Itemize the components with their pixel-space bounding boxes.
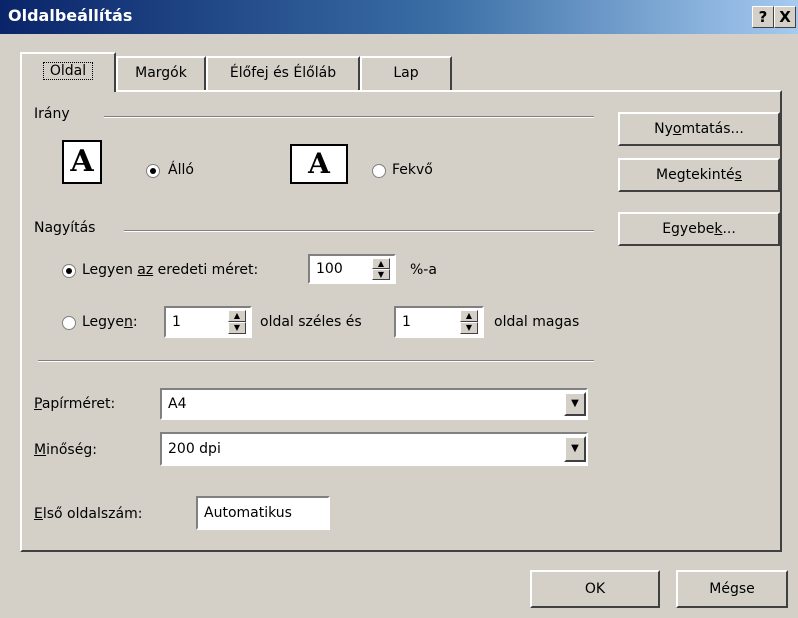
print-preview-button[interactable]: Megtekintés [618,158,780,192]
adjust-to-label: Legyen az eredeti méret: [82,262,259,278]
title-bar: Oldalbeállítás ? X [0,0,798,34]
paper-size-label: Papírméret: [34,396,116,412]
options-button[interactable]: Egyebek... [618,212,780,246]
pages-tall-label: oldal magas [494,314,580,330]
pages-wide-up-arrow-icon[interactable]: ▲ [228,310,246,322]
tab-margok-label: Margók [135,65,187,81]
pages-tall-down-arrow-icon[interactable]: ▼ [460,322,478,334]
print-button[interactable]: Nyomtatás... [618,112,780,146]
scaling-divider [124,230,594,232]
tab-elofej-elolab[interactable]: Élőfej és Élőláb [206,56,360,90]
pages-wide-label: oldal széles és [260,314,362,330]
print-quality-label: Minőség: [34,442,97,458]
tab-margok[interactable]: Margók [116,56,206,90]
scale-up-arrow-icon[interactable]: ▲ [372,258,390,269]
adjust-to-radio[interactable] [62,264,76,278]
cancel-button[interactable]: Mégse [676,570,788,608]
paper-size-dropdown-icon[interactable]: ▼ [564,392,586,416]
portrait-radio[interactable] [146,164,160,178]
portrait-label: Álló [168,162,194,178]
tab-elofej-label: Élőfej és Élőláb [229,65,337,81]
tab-lap[interactable]: Lap [360,56,452,90]
tab-oldal[interactable]: Oldal [20,52,116,92]
help-button[interactable]: ? [752,6,774,28]
window-title: Oldalbeállítás [8,6,133,25]
section-divider [38,360,594,362]
paper-size-select[interactable]: A4 [160,388,588,420]
tab-lap-label: Lap [393,65,419,81]
fit-to-label: Legyen: [82,314,138,330]
scale-percent-suffix: %-a [410,262,437,278]
first-page-number-input[interactable]: Automatikus [196,496,330,530]
fit-to-radio[interactable] [62,316,76,330]
print-quality-select[interactable]: 200 dpi [160,432,588,466]
tab-oldal-label: Oldal [42,62,94,80]
ok-button[interactable]: OK [530,570,660,608]
landscape-page-icon: A [290,144,348,184]
close-button[interactable]: X [774,6,796,28]
scaling-group-label: Nagyítás [34,220,96,236]
pages-tall-up-arrow-icon[interactable]: ▲ [460,310,478,322]
first-page-number-label: Első oldalszám: [34,506,143,522]
landscape-radio[interactable] [372,164,386,178]
orientation-divider [104,116,594,118]
orientation-group-label: Irány [34,106,70,122]
print-quality-dropdown-icon[interactable]: ▼ [564,436,586,462]
scale-down-arrow-icon[interactable]: ▼ [372,269,390,280]
pages-wide-down-arrow-icon[interactable]: ▼ [228,322,246,334]
portrait-page-icon: A [62,140,102,184]
landscape-label: Fekvő [392,162,433,178]
